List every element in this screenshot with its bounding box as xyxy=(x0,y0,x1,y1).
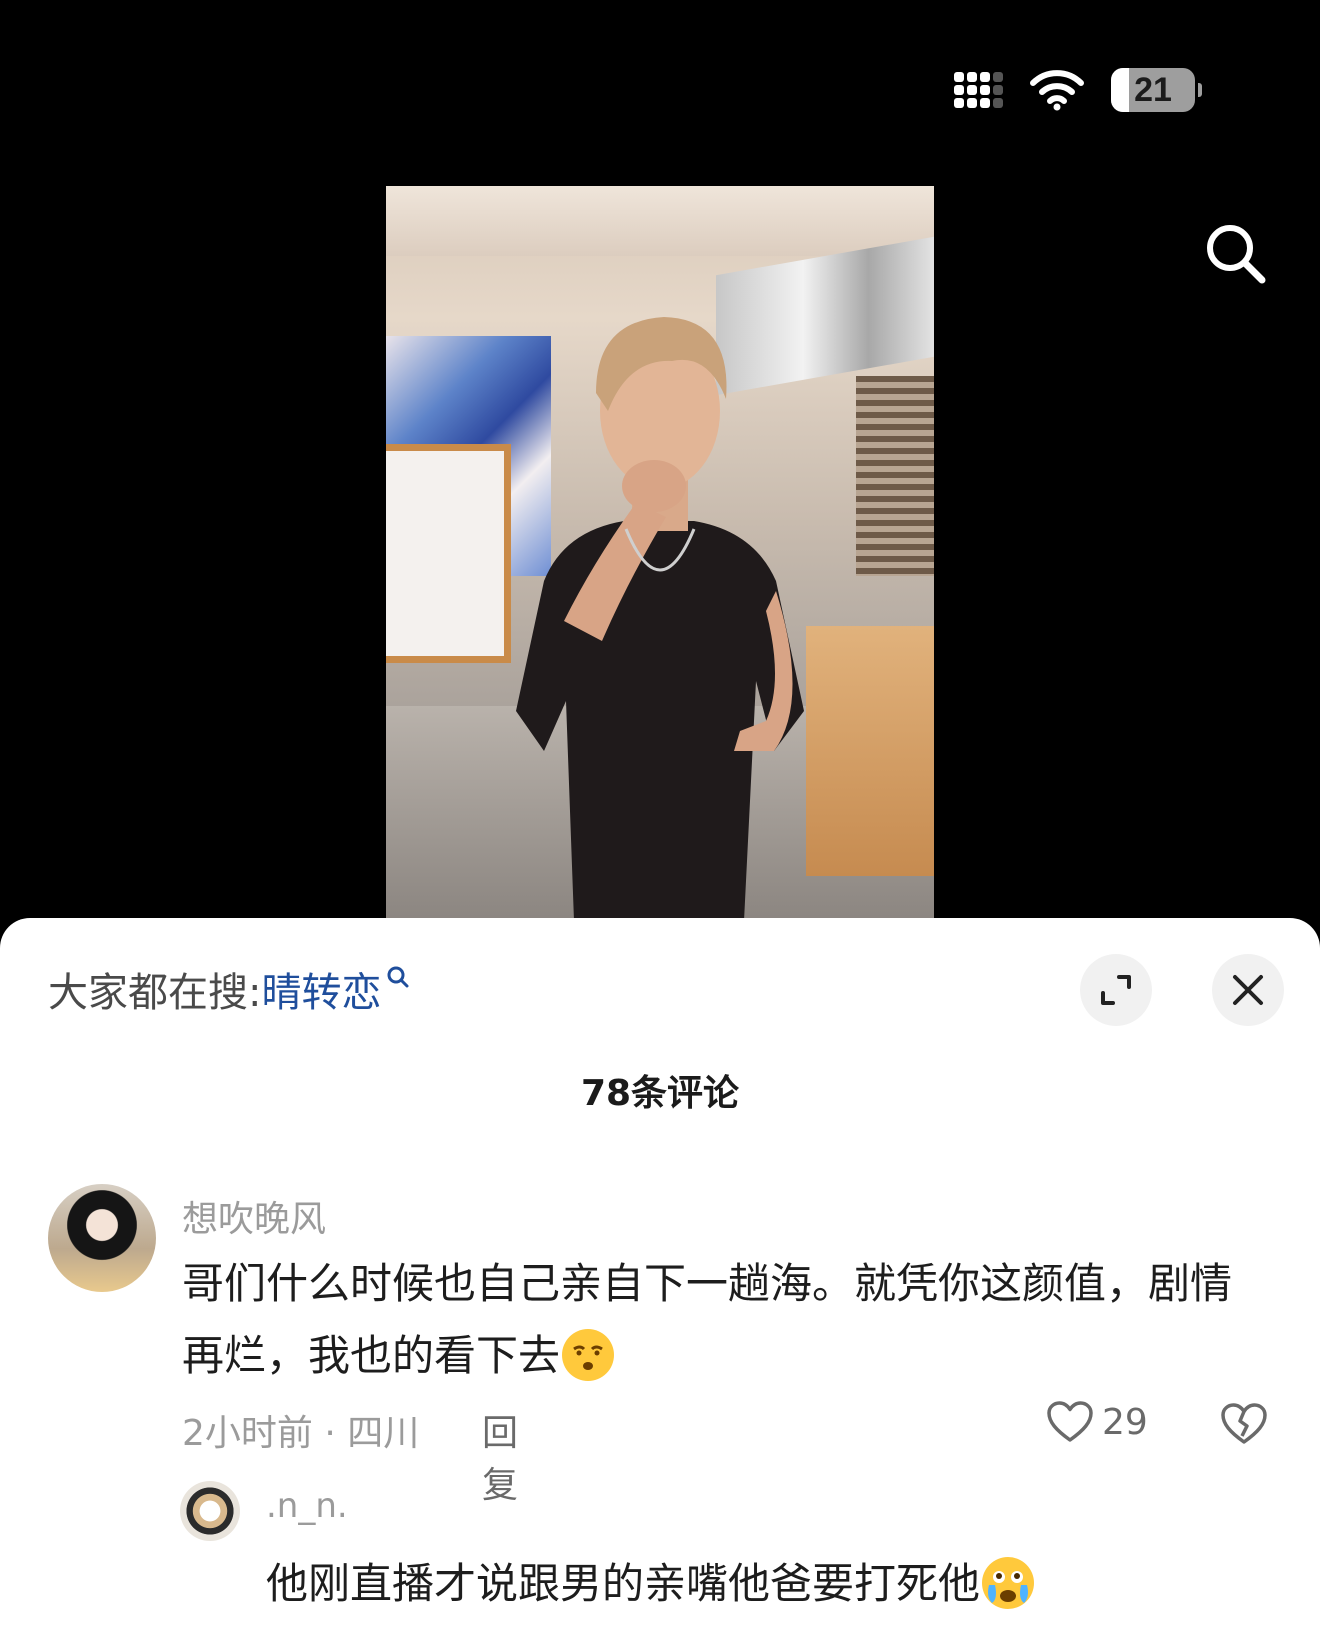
comment-username[interactable]: .n_n. xyxy=(266,1486,348,1526)
comment-text: 他刚直播才说跟男的亲嘴他爸要打死他 xyxy=(266,1548,1286,1620)
comment-count: 78条评论 xyxy=(580,1073,740,1114)
comment-text-body: 他刚直播才说跟男的亲嘴他爸要打死他 xyxy=(266,1559,981,1608)
video-player[interactable] xyxy=(386,186,934,918)
dislike-button[interactable] xyxy=(1220,1402,1268,1450)
video-area[interactable]: 21 xyxy=(0,0,1320,935)
comment-text-body: 哥们什么时候也自己亲自下一趟海。就凭你这颜值，剧情再烂，我也的看下去 xyxy=(182,1259,1233,1380)
trending-search-prefix: 大家都在搜: xyxy=(48,970,262,1016)
reply-button[interactable]: 回复 xyxy=(482,1404,518,1508)
trending-search-term[interactable]: 晴转恋 xyxy=(261,970,381,1016)
expand-icon xyxy=(1101,975,1131,1005)
crying-face-emoji xyxy=(982,1556,1035,1609)
like-button[interactable]: 29 xyxy=(1046,1400,1148,1444)
close-button[interactable] xyxy=(1212,954,1284,1026)
comment-text: 哥们什么时候也自己亲自下一趟海。就凭你这颜值，剧情再烂，我也的看下去 xyxy=(182,1248,1262,1392)
like-count: 29 xyxy=(1102,1401,1148,1443)
whiteboard xyxy=(386,444,511,663)
signal-icon xyxy=(954,72,1003,108)
heart-icon xyxy=(1047,1401,1093,1442)
expand-button[interactable] xyxy=(1080,954,1152,1026)
battery-level: 21 xyxy=(1134,70,1172,109)
smirk-face-emoji xyxy=(562,1328,615,1381)
wifi-icon xyxy=(1030,70,1084,111)
close-icon xyxy=(1233,975,1263,1005)
comment-meta: 2小时前 · 四川 xyxy=(182,1413,420,1454)
comment-username[interactable]: 想吹晚风 xyxy=(182,1190,326,1242)
comment-sheet: 大家都在搜:晴转恋 78条评论 想吹晚风 哥们什么时候也自己亲自下一趟海。就凭你… xyxy=(0,918,1320,1635)
broken-heart-icon xyxy=(1221,1403,1267,1444)
search-icon xyxy=(387,966,409,988)
battery-icon: 21 xyxy=(1111,68,1202,112)
status-bar: 21 xyxy=(954,68,1202,112)
search-icon[interactable] xyxy=(1200,218,1272,290)
avatar[interactable] xyxy=(48,1184,156,1292)
person-figure xyxy=(516,317,804,918)
trending-search[interactable]: 大家都在搜:晴转恋 xyxy=(48,960,411,1018)
avatar[interactable] xyxy=(180,1481,240,1541)
